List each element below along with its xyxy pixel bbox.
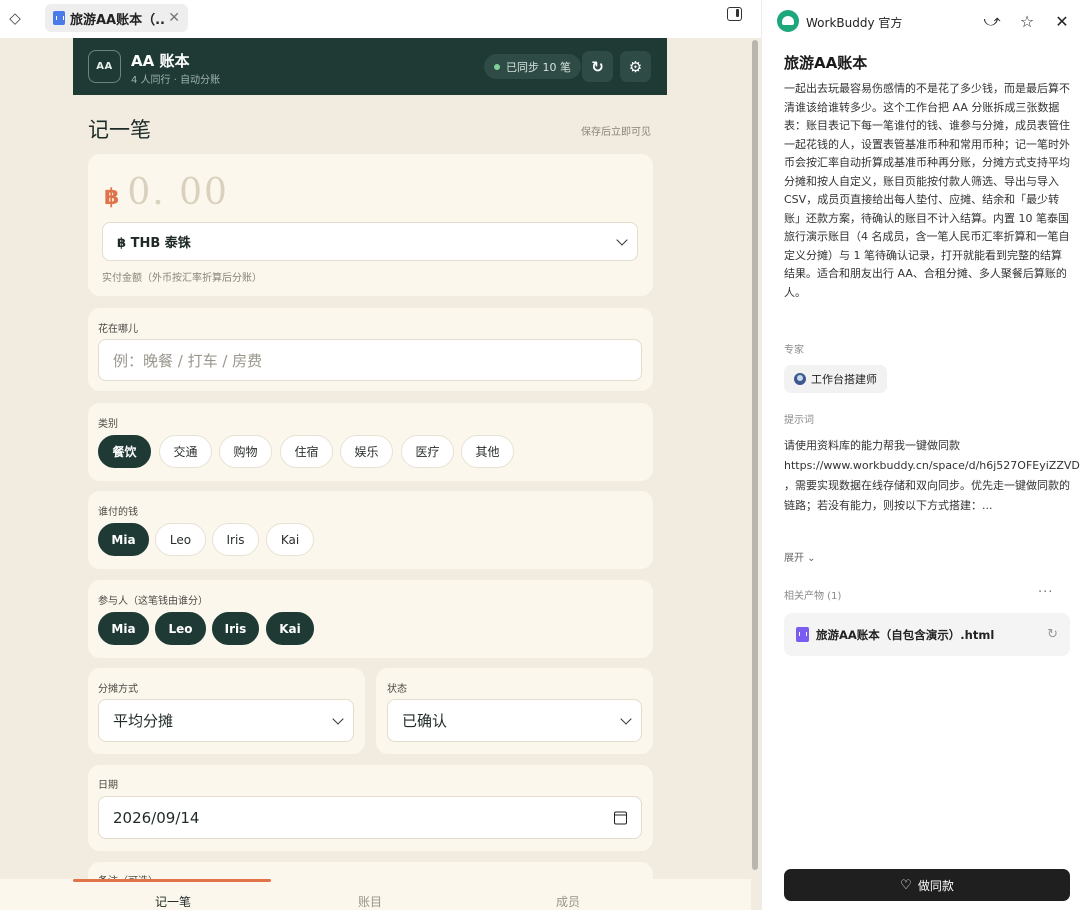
gear-icon: ⚙ (628, 57, 643, 76)
html-file-icon (796, 627, 809, 642)
expand-link[interactable]: 展开 ⌄ (784, 549, 816, 564)
payer-chip-kai[interactable]: Kai (266, 523, 314, 556)
panel-brand: WorkBuddy 官方 (806, 16, 903, 30)
active-tab-indicator (73, 879, 271, 882)
participant-chip-iris[interactable]: Iris (212, 612, 259, 645)
make-same-button[interactable]: ♡ 做同款 (784, 869, 1070, 901)
app-header: AA AA 账本 4 人同行 · 自动分账 已同步 10 笔 ↻ ⚙ (73, 38, 667, 95)
split-method-select[interactable]: 平均分摊 (98, 699, 354, 742)
payer-chip-iris[interactable]: Iris (212, 523, 259, 556)
info-panel: WorkBuddy 官方 ⤻ ☆ ✕ 旅游AA账本 一起出去玩最容易伤感情的不是… (761, 0, 1080, 910)
amount-display[interactable]: ฿ 0. 00 (104, 172, 229, 213)
app-logo: AA (88, 50, 121, 83)
sync-dot-icon (494, 63, 500, 70)
app-title: AA 账本 (131, 52, 190, 70)
tab-record[interactable]: 记一笔 (155, 893, 191, 910)
amount-hint: 实付金额（外币按汇率折算后分账） (102, 273, 262, 284)
status-label: 状态 (387, 684, 407, 695)
settings-button[interactable]: ⚙ (620, 51, 651, 82)
date-input[interactable]: 2026/09/14 (98, 796, 642, 839)
panel-description: 一起出去玩最容易伤感情的不是花了多少钱，而是最后算不清谁该给谁转多少。这个工作台… (784, 82, 1070, 299)
prompt-label: 提示词 (784, 415, 814, 426)
status-value: 已确认 (402, 712, 448, 730)
where-placeholder: 例：晚餐 / 打车 / 房费 (113, 351, 263, 370)
category-chip-dining[interactable]: 餐饮 (98, 435, 151, 468)
where-label: 花在哪儿 (98, 324, 138, 335)
star-icon[interactable]: ☆ (1018, 12, 1036, 31)
app-subtitle: 4 人同行 · 自动分账 (131, 75, 221, 86)
category-chip-medical[interactable]: 医疗 (401, 435, 454, 468)
baht-symbol-icon: ฿ (104, 185, 120, 210)
participant-chip-leo[interactable]: Leo (155, 612, 206, 645)
scrollbar-thumb[interactable] (752, 40, 758, 870)
chevron-down-icon (620, 712, 632, 725)
prompt-text: 请使用资料库的能力帮我一键做同款 https://www.workbuddy.c… (784, 439, 1080, 512)
workbuddy-logo-icon (777, 10, 799, 32)
sidebar-toggle-icon[interactable] (727, 7, 742, 21)
reload-icon[interactable]: ↻ (1047, 627, 1058, 642)
tab-members[interactable]: 成员 (556, 893, 580, 910)
currency-select[interactable]: ฿ THB 泰铢 (102, 222, 638, 261)
refresh-icon: ↻ (591, 57, 604, 76)
scrollbar[interactable] (751, 38, 759, 910)
category-chip-entertainment[interactable]: 娱乐 (340, 435, 393, 468)
currency-selected-value: ฿ THB 泰铢 (117, 236, 191, 251)
split-label: 分摊方式 (98, 684, 138, 695)
where-input[interactable]: 例：晚餐 / 打车 / 房费 (98, 339, 642, 381)
artifact-name: 旅游AA账本（自包含演示）.html (816, 627, 995, 642)
save-hint: 保存后立即可见 (581, 127, 651, 138)
preview-pane: ◇ 旅游AA账本（... ✕ AA AA 账本 4 人同行 · 自动分账 已同步… (0, 0, 761, 910)
panel-title: 旅游AA账本 (784, 54, 868, 72)
browser-tab[interactable]: 旅游AA账本（... ✕ (45, 4, 188, 32)
split-method-value: 平均分摊 (113, 712, 174, 730)
refresh-button[interactable]: ↻ (582, 51, 613, 82)
expert-chip[interactable]: 工作台搭建师 (784, 365, 887, 393)
payer-label: 谁付的钱 (98, 507, 138, 518)
category-label: 类别 (98, 419, 118, 430)
tab-ledger[interactable]: 账目 (358, 893, 382, 910)
category-chip-transport[interactable]: 交通 (159, 435, 212, 468)
artifact-item[interactable]: 旅游AA账本（自包含演示）.html ↻ (784, 613, 1070, 656)
chevron-down-icon (332, 712, 344, 725)
page-title: 记一笔 (88, 118, 151, 142)
artifacts-label: 相关产物 (1) (784, 591, 842, 602)
share-icon[interactable]: ⤻ (983, 11, 1001, 30)
heart-icon: ♡ (900, 877, 912, 893)
status-select[interactable]: 已确认 (387, 699, 642, 742)
participants-label: 参与人（这笔钱由谁分） (98, 596, 208, 607)
sync-status-badge: 已同步 10 笔 (484, 54, 581, 79)
payer-chip-mia[interactable]: Mia (98, 523, 149, 556)
bottom-nav: 记一笔 账目 成员 (0, 879, 751, 910)
category-chip-lodging[interactable]: 住宿 (280, 435, 333, 468)
expert-label: 专家 (784, 345, 804, 356)
participant-chip-kai[interactable]: Kai (266, 612, 314, 645)
make-same-label: 做同款 (917, 878, 954, 893)
browser-tab-strip: ◇ 旅游AA账本（... ✕ (0, 0, 761, 38)
close-icon[interactable]: ✕ (1053, 12, 1071, 31)
participant-chip-mia[interactable]: Mia (98, 612, 149, 645)
chevron-down-icon (616, 233, 628, 246)
browser-tab-title: 旅游AA账本（... (70, 12, 165, 28)
sync-status-text: 已同步 10 笔 (506, 60, 571, 74)
amount-value: 0. 00 (127, 172, 229, 213)
payer-chip-leo[interactable]: Leo (155, 523, 206, 556)
more-options-icon[interactable]: ··· (1038, 585, 1053, 600)
calendar-icon[interactable] (614, 811, 627, 824)
expert-name: 工作台搭建师 (811, 373, 877, 386)
tab-close-icon[interactable]: ✕ (168, 10, 180, 26)
diamond-pin-icon[interactable]: ◇ (6, 9, 24, 27)
category-chip-shopping[interactable]: 购物 (219, 435, 272, 468)
category-chip-other[interactable]: 其他 (461, 435, 514, 468)
expert-avatar (794, 373, 806, 385)
html-file-icon (53, 11, 65, 25)
date-label: 日期 (98, 780, 118, 791)
date-value: 2026/09/14 (113, 808, 200, 827)
